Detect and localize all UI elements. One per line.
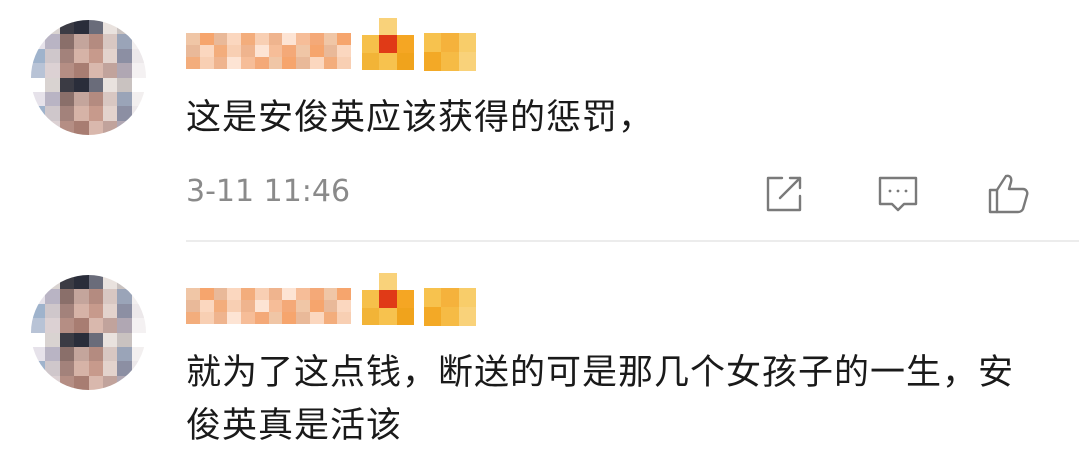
avatar[interactable] xyxy=(31,275,146,390)
username[interactable] xyxy=(186,33,351,69)
comment-meta: 3-11 11:46 xyxy=(186,172,1079,214)
vip-badge xyxy=(362,18,414,70)
username[interactable] xyxy=(186,288,351,324)
share-edit-icon[interactable] xyxy=(762,172,806,212)
avatar[interactable] xyxy=(31,20,146,135)
comment-timestamp: 3-11 11:46 xyxy=(186,174,351,209)
level-badge xyxy=(424,33,476,71)
comment-text: 就为了这点钱，断送的可是那几个女孩子的一生，安俊英真是活该 xyxy=(186,353,1015,446)
level-badge xyxy=(424,288,476,326)
thumbs-up-icon[interactable] xyxy=(986,172,1030,214)
username-blurred xyxy=(186,33,351,69)
username-blurred xyxy=(186,288,351,324)
vip-badge xyxy=(362,273,414,325)
comment-text: 这是安俊英应该获得的惩罚， xyxy=(186,98,655,138)
comment-bubble-icon[interactable] xyxy=(876,172,920,212)
comment-item: 这是安俊英应该获得的惩罚， 3-11 11:46 xyxy=(0,0,1079,241)
comment-item: 就为了这点钱，断送的可是那几个女孩子的一生，安俊英真是活该 xyxy=(0,241,1079,474)
